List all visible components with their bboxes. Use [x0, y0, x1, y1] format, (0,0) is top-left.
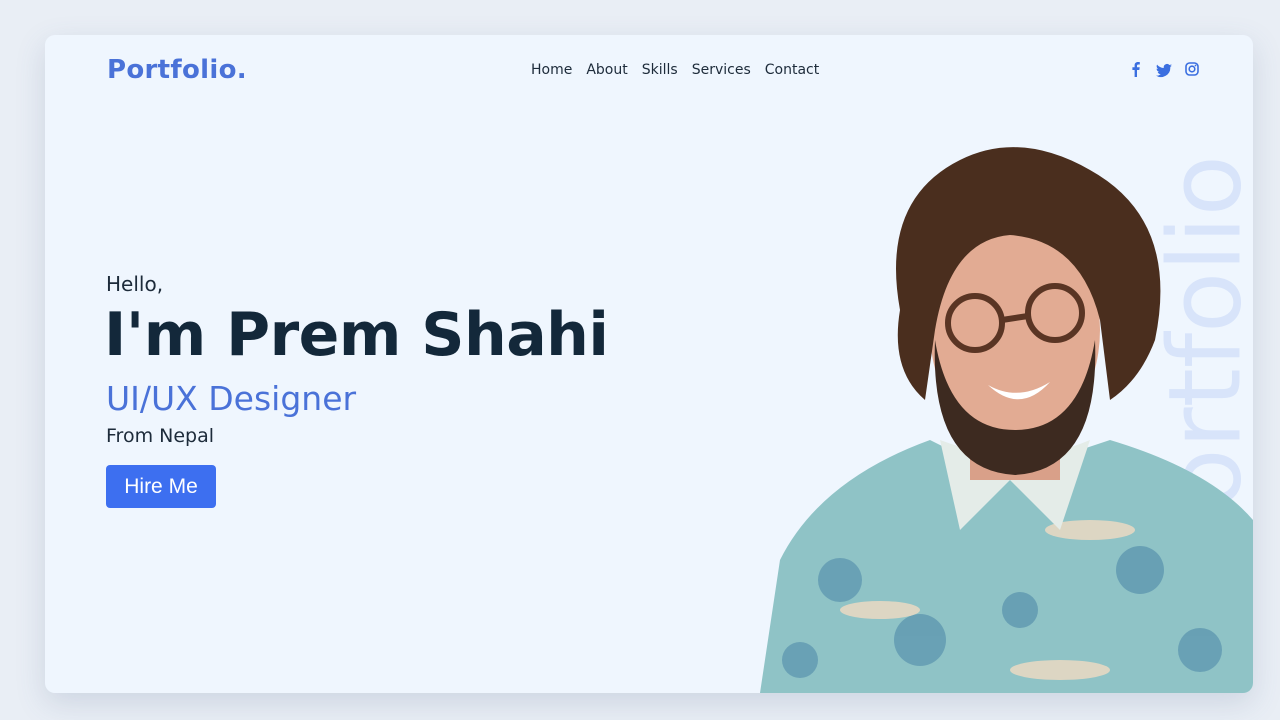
nav-services[interactable]: Services — [692, 62, 751, 78]
main-nav: Home About Skills Services Contact — [531, 62, 819, 78]
nav-contact[interactable]: Contact — [765, 62, 819, 78]
hire-me-button[interactable]: Hire Me — [106, 465, 216, 508]
nav-about[interactable]: About — [586, 62, 627, 78]
nav-home[interactable]: Home — [531, 62, 572, 78]
hero-role: UI/UX Designer — [106, 379, 357, 418]
twitter-icon[interactable] — [1156, 60, 1172, 78]
facebook-icon[interactable] — [1128, 60, 1144, 78]
logo[interactable]: Portfolio. — [107, 55, 247, 85]
hero-name: I'm Prem Shahi — [104, 300, 609, 370]
greeting: Hello, — [106, 272, 164, 296]
portfolio-card: Portfolio. Home About Skills Services Co… — [45, 35, 1253, 693]
nav-skills[interactable]: Skills — [642, 62, 678, 78]
hero-location: From Nepal — [106, 425, 214, 447]
profile-photo — [760, 147, 1253, 693]
social-links — [1128, 60, 1200, 78]
instagram-icon[interactable] — [1184, 60, 1200, 78]
